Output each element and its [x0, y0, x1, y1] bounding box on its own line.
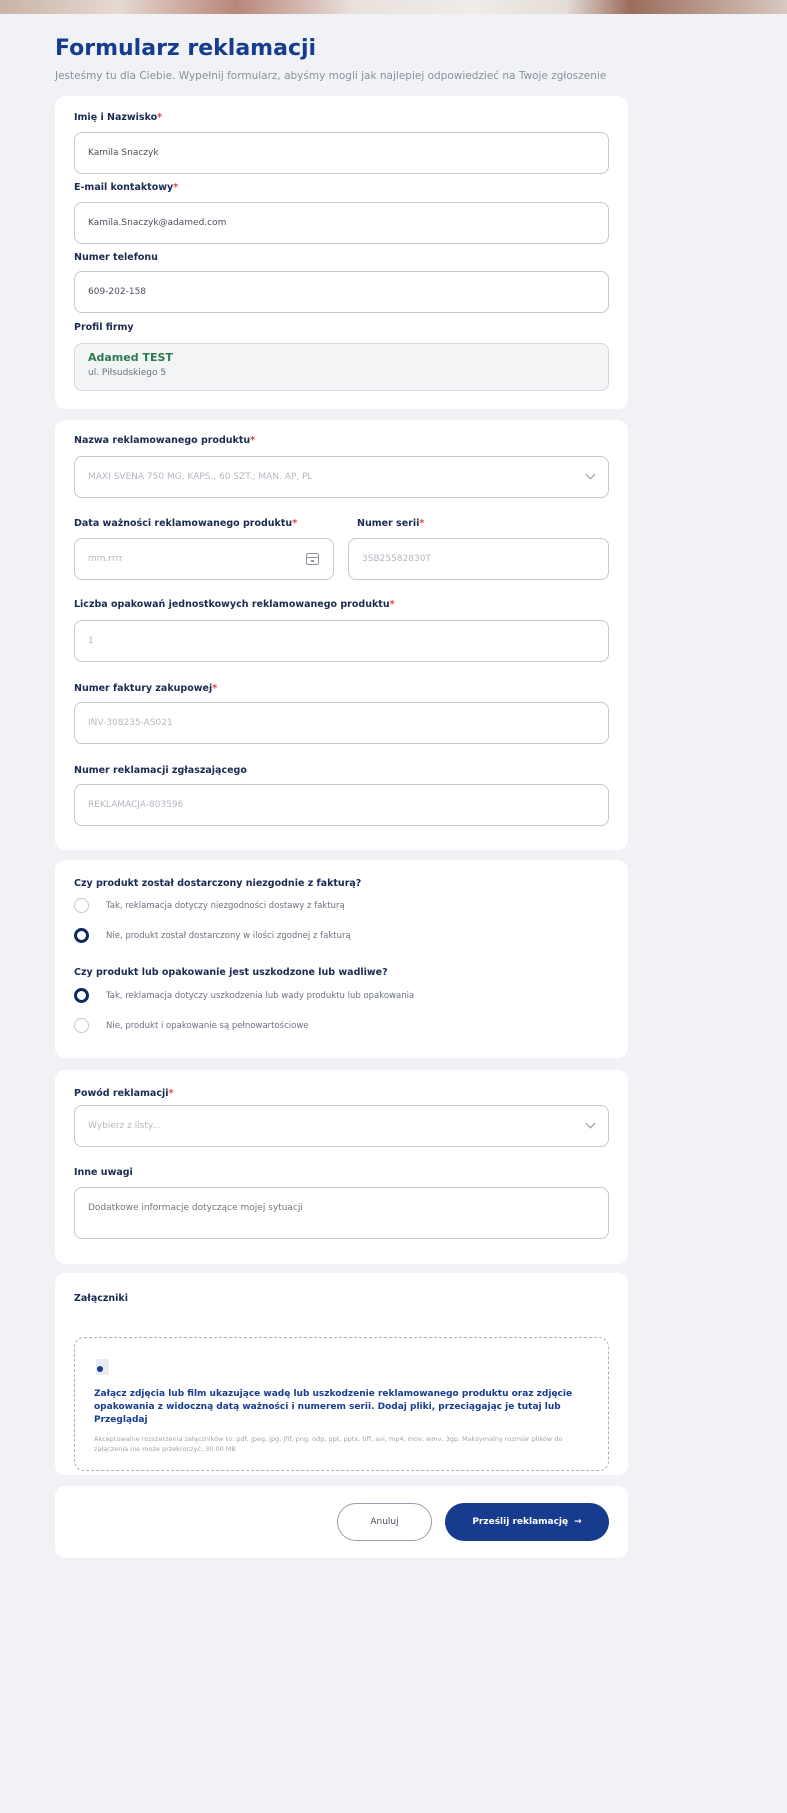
attachments-card: Załączniki Załącz zdjęcia lub film ukazu… [55, 1273, 628, 1475]
serial-input[interactable]: 3SB25582830T [348, 538, 609, 580]
reason-label: Powód reklamacji* [74, 1088, 174, 1099]
expiry-placeholder: mm.rrrr [88, 554, 123, 564]
email-label: E-mail kontaktowy* [74, 182, 179, 193]
radio-delivery-no[interactable]: Nie, produkt został dostarczony w ilości… [74, 928, 351, 943]
calendar-icon[interactable] [306, 553, 319, 565]
cancel-button[interactable]: Anuluj [337, 1503, 432, 1541]
invoice-input[interactable]: INV-308235-AS021 [74, 702, 609, 744]
phone-label: Numer telefonu [74, 252, 158, 263]
chevron-down-icon [585, 1118, 596, 1129]
reason-card: Powód reklamacji* Wybierz z listy... Inn… [55, 1070, 628, 1264]
qty-label: Liczba opakowań jednostkowych reklamowan… [74, 599, 395, 610]
questions-card: Czy produkt został dostarczony niezgodni… [55, 860, 628, 1058]
company-profile-box: Adamed TEST ul. Piłsudskiego 5 [74, 343, 609, 391]
name-label: Imię i Nazwisko* [74, 112, 163, 123]
reason-select[interactable]: Wybierz z listy... [74, 1105, 609, 1147]
actions-card: Anuluj Prześlij reklamację → [55, 1486, 628, 1558]
page-subtitle: Jesteśmy tu dla Ciebie. Wypełnij formula… [55, 70, 607, 82]
product-select-value: MAXI SVENA 750 MG, KAPS., 60 SZT.; MAN. … [88, 472, 313, 482]
product-select[interactable]: MAXI SVENA 750 MG, KAPS., 60 SZT.; MAN. … [74, 456, 609, 498]
page-title: Formularz reklamacji [55, 36, 317, 61]
radio-button[interactable] [74, 898, 89, 913]
reason-select-placeholder: Wybierz z listy... [88, 1121, 161, 1131]
file-upload-icon [96, 1359, 109, 1375]
file-dropzone[interactable]: Załącz zdjęcia lub film ukazujące wadę l… [74, 1337, 609, 1471]
radio-button-selected[interactable] [74, 928, 89, 943]
notes-textarea[interactable] [74, 1187, 609, 1239]
radio-damage-no[interactable]: Nie, produkt i opakowanie są pełnowartoś… [74, 1018, 309, 1033]
company-address: ul. Piłsudskiego 5 [88, 368, 167, 378]
radio-delivery-yes[interactable]: Tak, reklamacja dotyczy niezgodności dos… [74, 898, 345, 913]
submit-complaint-button[interactable]: Prześlij reklamację → [445, 1503, 609, 1541]
complaint-number-input[interactable]: REKLAMACJA-803596 [74, 784, 609, 826]
phone-input[interactable]: 609-202-158 [74, 271, 609, 313]
notes-label: Inne uwagi [74, 1167, 133, 1178]
dropzone-file-types-note: Akceptowalne rozszerzenia załączników to… [94, 1435, 563, 1453]
quantity-input[interactable]: 1 [74, 620, 609, 662]
serial-label: Numer serii* [357, 518, 425, 529]
expiry-label: Data ważności reklamowanego produktu* [74, 518, 298, 529]
radio-button[interactable] [74, 1018, 89, 1033]
complaint-number-label: Numer reklamacji zgłaszającego [74, 765, 247, 776]
chevron-down-icon [585, 469, 596, 480]
invoice-label: Numer faktury zakupowej* [74, 683, 218, 694]
arrow-right-icon: → [574, 1517, 582, 1527]
expiry-date-input[interactable]: mm.rrrr [74, 538, 334, 580]
question-damage: Czy produkt lub opakowanie jest uszkodzo… [74, 967, 388, 978]
radio-button-selected[interactable] [74, 988, 89, 1003]
company-name: Adamed TEST [88, 351, 173, 364]
dropzone-instructions: Załącz zdjęcia lub film ukazujące wadę l… [94, 1389, 573, 1425]
product-card: Nazwa reklamowanego produktu* MAXI SVENA… [55, 420, 628, 850]
question-delivery: Czy produkt został dostarczony niezgodni… [74, 878, 362, 889]
submit-label: Prześlij reklamację [472, 1517, 569, 1527]
radio-damage-yes[interactable]: Tak, reklamacja dotyczy uszkodzenia lub … [74, 988, 414, 1003]
product-name-label: Nazwa reklamowanego produktu* [74, 435, 256, 446]
contact-card: Imię i Nazwisko* Kamila Snaczyk E-mail k… [55, 96, 628, 409]
hero-image-strip [0, 0, 787, 14]
attachments-label: Załączniki [74, 1293, 128, 1304]
email-input[interactable]: Kamila.Snaczyk@adamed.com [74, 202, 609, 244]
name-input[interactable]: Kamila Snaczyk [74, 132, 609, 174]
profile-label: Profil firmy [74, 322, 134, 333]
